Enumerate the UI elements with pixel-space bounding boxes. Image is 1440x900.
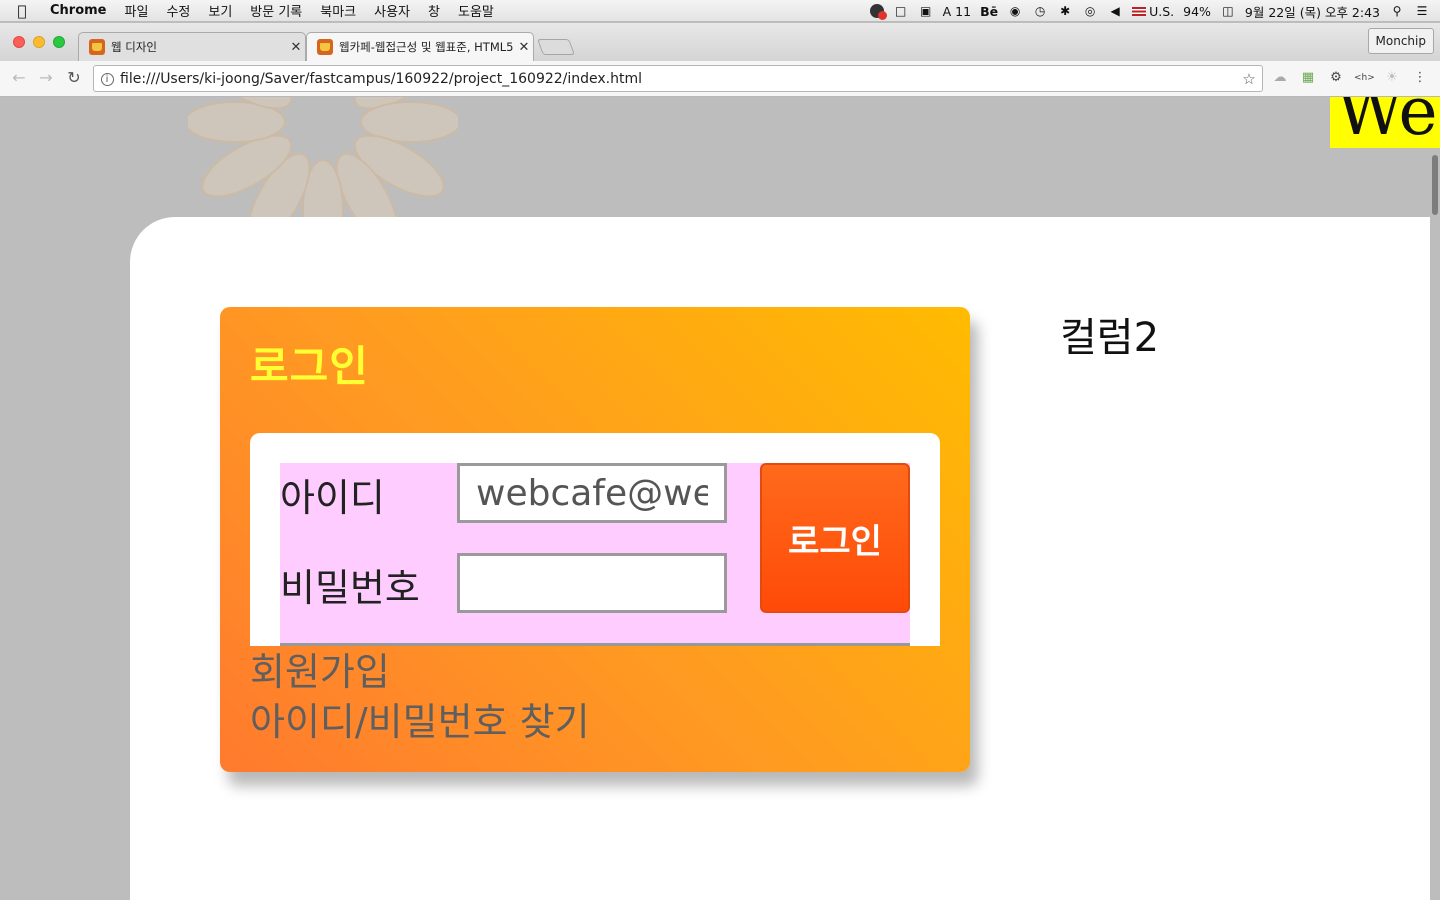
clipboard-icon[interactable]: □: [893, 4, 909, 18]
address-bar[interactable]: i file:///Users/ki-joong/Saver/fastcampu…: [93, 65, 1263, 92]
browser-tabstrip: 웹 디자인 ✕ 웹카페-웹접근성 및 웹표준, HTML5 ✕ Monchip: [0, 23, 1440, 61]
account-links: 회원가입 아이디/비밀번호 찾기: [250, 647, 590, 747]
battery-percent[interactable]: 94%: [1183, 4, 1211, 19]
apple-menu-icon[interactable]: : [0, 2, 44, 20]
settings-extension-icon[interactable]: ⚙: [1326, 68, 1346, 88]
tab-webcafe-active[interactable]: 웹카페-웹접근성 및 웹표준, HTML5 ✕: [306, 32, 534, 61]
content-panel: 로그인 아이디 비밀번호 로그인 회원가입 아이디/비밀번호 찾기 컬럼2: [130, 217, 1430, 900]
input-source-label: U.S.: [1149, 3, 1175, 19]
bookmark-star-icon[interactable]: ☆: [1236, 70, 1262, 88]
find-account-link[interactable]: 아이디/비밀번호 찾기: [250, 697, 590, 747]
webcafe-favicon-icon: [89, 39, 105, 55]
tab-close-icon[interactable]: ✕: [287, 40, 305, 55]
chrome-menu-icon[interactable]: ⋮: [1410, 68, 1430, 88]
clock[interactable]: 9월 22일 (목) 오후 2:43: [1245, 2, 1380, 21]
menu-edit[interactable]: 수정: [157, 1, 199, 20]
menu-app-chrome[interactable]: Chrome: [44, 3, 116, 18]
page-scrollbar[interactable]: [1432, 155, 1438, 215]
window-minimize-button[interactable]: [33, 36, 45, 48]
menu-history[interactable]: 방문 기록: [241, 1, 311, 20]
tab-title: 웹 디자인: [111, 40, 157, 54]
password-label: 비밀번호: [280, 566, 420, 610]
window-zoom-button[interactable]: [53, 36, 65, 48]
record-status-icon[interactable]: [869, 4, 887, 20]
menubar-status-area: □ ▣ A 11 Bē ◉ ◷ ✱ ◎ ◀ U.S. 94% ◫ 9월 22일 …: [869, 0, 1430, 22]
tab-title: 웹카페-웹접근성 및 웹표준, HTML5: [339, 40, 514, 54]
corner-logo[interactable]: We: [1330, 97, 1440, 148]
bluetooth-icon[interactable]: ✱: [1057, 4, 1073, 18]
address-url[interactable]: file:///Users/ki-joong/Saver/fastcampus/…: [120, 71, 1236, 87]
login-button[interactable]: 로그인: [760, 463, 910, 613]
page-info-icon[interactable]: i: [94, 72, 120, 86]
menu-window[interactable]: 창: [419, 1, 449, 20]
profile-button[interactable]: Monchip: [1367, 28, 1434, 54]
cloud-extension-icon[interactable]: ☁: [1270, 68, 1290, 88]
gear-extension-icon[interactable]: ☀: [1382, 68, 1402, 88]
adobe-badge[interactable]: A 11: [943, 4, 971, 19]
reload-icon[interactable]: ↻: [63, 67, 85, 89]
time-machine-icon[interactable]: ◷: [1032, 4, 1048, 18]
page-viewport: We 로그인 아이디 비밀번호 로그인 회원가입 아이디/비밀번호 찾기 컬럼2: [0, 97, 1440, 900]
tab-close-icon[interactable]: ✕: [515, 40, 533, 55]
evernote-extension-icon[interactable]: ▦: [1298, 68, 1318, 88]
login-form: 아이디 비밀번호 로그인: [250, 433, 940, 646]
login-fieldset: 아이디 비밀번호 로그인: [280, 463, 910, 646]
behance-icon[interactable]: Bē: [980, 4, 998, 19]
password-input[interactable]: [457, 553, 727, 613]
notification-center-icon[interactable]: ☰: [1414, 4, 1430, 18]
contacts-icon[interactable]: ▣: [918, 4, 934, 18]
us-flag-icon: [1132, 6, 1147, 16]
webcafe-favicon-icon: [317, 39, 333, 55]
menu-help[interactable]: 도움말: [449, 1, 503, 20]
corner-logo-text: We: [1336, 97, 1438, 148]
input-source[interactable]: U.S.: [1132, 4, 1174, 19]
signup-link[interactable]: 회원가입: [250, 647, 590, 697]
window-close-button[interactable]: [13, 36, 25, 48]
volume-icon[interactable]: ◀: [1107, 4, 1123, 18]
back-arrow-icon[interactable]: ←: [8, 67, 30, 89]
menu-view[interactable]: 보기: [199, 1, 241, 20]
tab-web-design[interactable]: 웹 디자인 ✕: [78, 32, 306, 61]
menu-bookmarks[interactable]: 북마크: [311, 1, 365, 20]
column2-heading: 컬럼2: [1060, 315, 1160, 361]
macos-menubar:  Chrome 파일 수정 보기 방문 기록 북마크 사용자 창 도움말 □ …: [0, 0, 1440, 22]
menu-file[interactable]: 파일: [116, 1, 158, 20]
camera-icon[interactable]: ◉: [1007, 4, 1023, 18]
new-tab-button[interactable]: [537, 39, 575, 55]
battery-icon: ◫: [1222, 4, 1234, 18]
login-card: 로그인 아이디 비밀번호 로그인 회원가입 아이디/비밀번호 찾기: [220, 307, 970, 772]
headings-extension-icon[interactable]: <h>: [1354, 68, 1375, 88]
browser-toolbar: ← → ↻ i file:///Users/ki-joong/Saver/fas…: [0, 61, 1440, 97]
forward-arrow-icon[interactable]: →: [35, 67, 57, 89]
badge-count: 11: [955, 3, 972, 19]
id-label: 아이디: [280, 476, 385, 520]
menu-people[interactable]: 사용자: [365, 1, 419, 20]
id-input[interactable]: [457, 463, 727, 523]
wifi-icon[interactable]: ◎: [1082, 4, 1098, 18]
spotlight-search-icon[interactable]: ⚲: [1389, 4, 1405, 18]
login-title: 로그인: [250, 342, 369, 391]
